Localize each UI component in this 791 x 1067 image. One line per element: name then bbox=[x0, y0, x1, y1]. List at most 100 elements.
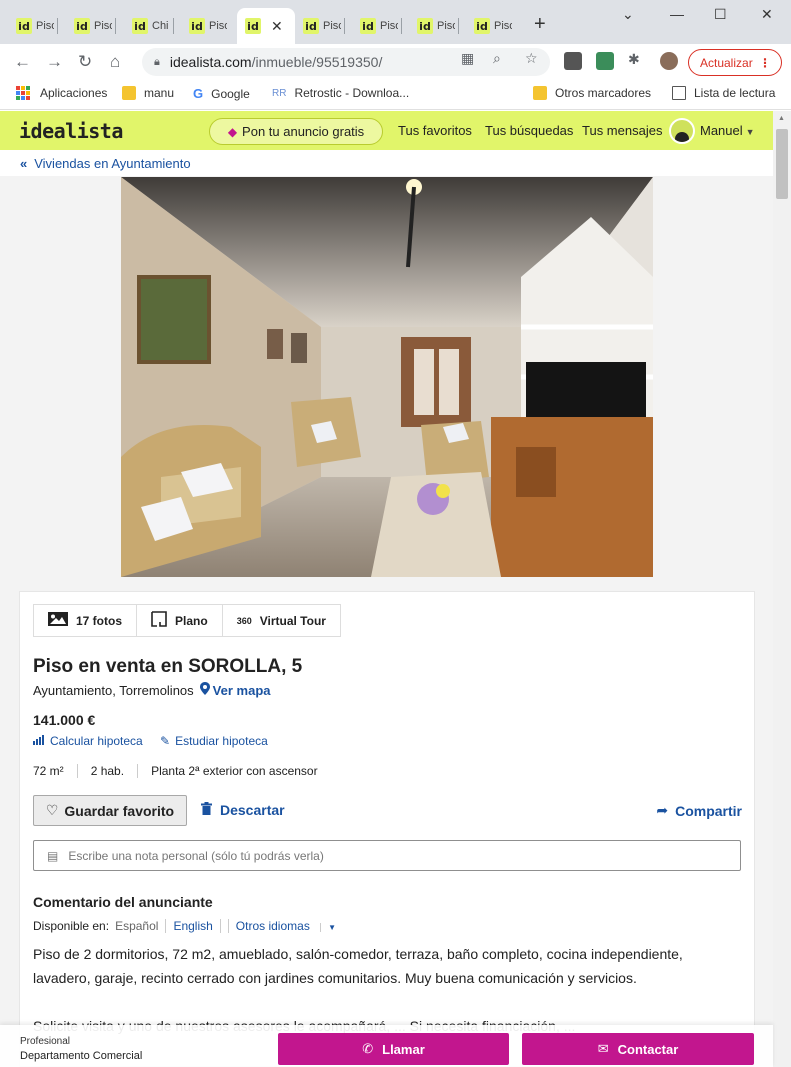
breadcrumb[interactable]: «Viviendas en Ayuntamiento bbox=[20, 156, 191, 171]
user-menu[interactable]: Manuel ▼ bbox=[700, 123, 755, 138]
tab-title: Piso bbox=[209, 20, 227, 32]
update-button[interactable]: Actualizar ⋮ bbox=[688, 49, 782, 76]
bookmarks-bar: Aplicaciones manu G Google RR Retrostic - … bbox=[0, 80, 791, 110]
page-scrollbar[interactable]: ▲ bbox=[773, 111, 791, 1067]
folder-icon bbox=[122, 86, 136, 100]
browser-tab[interactable]: id Chi bbox=[124, 8, 174, 44]
forward-icon[interactable]: → bbox=[46, 52, 63, 72]
listing-features: 72 m² 2 hab. Planta 2ª exterior con asce… bbox=[33, 764, 331, 778]
idealista-logo[interactable]: idealista bbox=[19, 119, 123, 143]
extensions-puzzle-icon[interactable]: ✱ bbox=[628, 51, 640, 68]
scrollbar-thumb[interactable] bbox=[776, 129, 788, 199]
site-header: idealista ◆ Pon tu anuncio gratis Tus fav… bbox=[0, 111, 773, 150]
bookmark-other[interactable]: Otros marcadores bbox=[533, 86, 651, 100]
scroll-up-arrow-icon[interactable]: ▲ bbox=[778, 115, 785, 122]
browser-tab[interactable]: id Piso bbox=[409, 8, 459, 44]
contact-button[interactable]: ✉ Contactar bbox=[522, 1033, 754, 1065]
lock-icon[interactable]: 🔒︎ bbox=[154, 56, 160, 69]
bookmark-reading-list[interactable]: Lista de lectura bbox=[672, 86, 775, 100]
tab-title: Piso bbox=[380, 20, 398, 32]
idealista-favicon-icon: id bbox=[189, 18, 205, 34]
bookmark-google[interactable]: G Google bbox=[193, 86, 250, 101]
bookmark-retrostic[interactable]: RR Retrostic - Downloa... bbox=[272, 86, 409, 100]
pencil-icon: ✎ bbox=[160, 734, 171, 748]
reload-icon[interactable]: ↻ bbox=[78, 52, 92, 72]
idealista-favicon-icon: id bbox=[74, 18, 90, 34]
study-mortgage-link[interactable]: ✎ Estudiar hipoteca bbox=[160, 734, 268, 748]
bookmark-apps[interactable]: Aplicaciones bbox=[16, 86, 107, 100]
bookmark-manu[interactable]: manu bbox=[122, 86, 174, 100]
property-main-photo[interactable] bbox=[121, 177, 653, 577]
maximize-icon[interactable]: ☐ bbox=[714, 6, 727, 23]
tab-title: Piso bbox=[437, 20, 455, 32]
image-icon bbox=[48, 612, 68, 629]
caret-down-icon: ▼ bbox=[745, 127, 755, 137]
browser-tab[interactable]: id Piso bbox=[352, 8, 402, 44]
map-pin-icon bbox=[199, 682, 210, 698]
browser-tab[interactable]: id Piso bbox=[295, 8, 345, 44]
browser-tab-strip: id Piso id Piso id Chi id Piso id ✕ id Piso id… bbox=[0, 0, 791, 44]
back-icon[interactable]: ← bbox=[14, 52, 31, 72]
searches-link[interactable]: Tus búsquedas bbox=[485, 123, 573, 138]
save-favorite-button[interactable]: ♡ Guardar favorito bbox=[33, 795, 187, 826]
extension-icon[interactable] bbox=[564, 52, 582, 70]
messages-link[interactable]: Tus mensajes bbox=[582, 123, 662, 138]
new-tab-icon[interactable]: + bbox=[534, 13, 546, 36]
browser-tab-active[interactable]: id ✕ bbox=[237, 8, 295, 44]
publish-ad-button[interactable]: ◆ Pon tu anuncio gratis bbox=[209, 118, 383, 145]
close-window-icon[interactable]: ✕ bbox=[761, 6, 773, 23]
heart-icon: ♡ bbox=[45, 802, 59, 818]
browser-tab[interactable]: id Piso bbox=[466, 8, 516, 44]
sticky-contact-bar: Profesional Departamento Comercial ✆ Llam… bbox=[0, 1025, 773, 1067]
favorites-link[interactable]: Tus favoritos bbox=[398, 123, 472, 138]
menu-dots-icon[interactable]: ⋮ bbox=[759, 56, 771, 70]
360-icon: 360 bbox=[236, 615, 252, 626]
floor-plan-tab[interactable]: Plano bbox=[137, 604, 223, 637]
home-icon[interactable]: ⌂ bbox=[110, 52, 120, 72]
user-avatar-icon[interactable] bbox=[669, 118, 695, 144]
feature-area: 72 m² bbox=[33, 764, 64, 778]
phone-icon: ✆ bbox=[362, 1041, 374, 1056]
discard-button[interactable]: Descartar bbox=[201, 802, 285, 818]
qr-code-icon[interactable]: ▦ bbox=[461, 50, 474, 67]
listing-detail-card: 17 fotos Plano 360 Virtual Tour Piso en … bbox=[19, 591, 755, 1067]
feature-floor: Planta 2ª exterior con ascensor bbox=[137, 764, 331, 778]
tag-icon: ◆ bbox=[227, 124, 238, 139]
advertiser-info: Profesional Departamento Comercial bbox=[20, 1035, 142, 1063]
close-tab-icon[interactable]: ✕ bbox=[271, 18, 283, 35]
idealista-favicon-icon: id bbox=[360, 18, 376, 34]
zoom-icon[interactable]: ⌕ bbox=[493, 50, 501, 67]
browser-tab[interactable]: id Piso bbox=[181, 8, 231, 44]
virtual-tour-tab[interactable]: 360 Virtual Tour bbox=[222, 604, 341, 637]
lang-other[interactable]: Otros idiomas ▼ bbox=[219, 919, 350, 933]
lang-english[interactable]: English bbox=[165, 919, 219, 933]
tab-search-icon[interactable]: ⌄ bbox=[622, 6, 634, 23]
address-bar[interactable]: 🔒︎ idealista.com/inmueble/95519350/ bbox=[142, 48, 550, 76]
tab-title: Piso bbox=[323, 20, 341, 32]
listing-price: 141.000 € bbox=[33, 712, 96, 728]
calculate-mortgage-link[interactable]: Calcular hipoteca bbox=[33, 734, 143, 748]
listing-title: Piso en venta en SOROLLA, 5 bbox=[33, 656, 303, 677]
call-button[interactable]: ✆ Llamar bbox=[278, 1033, 509, 1065]
minimize-icon[interactable]: — bbox=[670, 6, 684, 22]
profile-avatar[interactable] bbox=[660, 52, 678, 70]
bookmark-star-icon[interactable]: ☆ bbox=[525, 50, 538, 67]
idealista-favicon-icon: id bbox=[16, 18, 32, 34]
share-button[interactable]: ➦ Compartir bbox=[656, 802, 742, 819]
retrostic-icon: RR bbox=[272, 87, 287, 99]
lang-spanish: Español bbox=[115, 919, 159, 933]
browser-tab[interactable]: id Piso bbox=[8, 8, 58, 44]
reading-list-icon bbox=[672, 86, 686, 100]
idealista-favicon-icon: id bbox=[132, 18, 148, 34]
apps-grid-icon bbox=[16, 86, 30, 100]
available-in-label: Disponible en: bbox=[33, 919, 110, 933]
personal-note-field[interactable]: ▤ Escribe una nota personal (sólo tú pod… bbox=[33, 840, 741, 871]
browser-tab[interactable]: id Piso bbox=[66, 8, 116, 44]
tab-title: Piso bbox=[494, 20, 512, 32]
tab-title: Piso bbox=[36, 20, 54, 32]
idealista-favicon-icon: id bbox=[245, 18, 261, 34]
view-map-link[interactable]: Ver mapa bbox=[199, 682, 271, 698]
advertiser-type: Profesional bbox=[20, 1036, 71, 1047]
extension-icon[interactable] bbox=[596, 52, 614, 70]
photos-tab[interactable]: 17 fotos bbox=[33, 604, 138, 637]
